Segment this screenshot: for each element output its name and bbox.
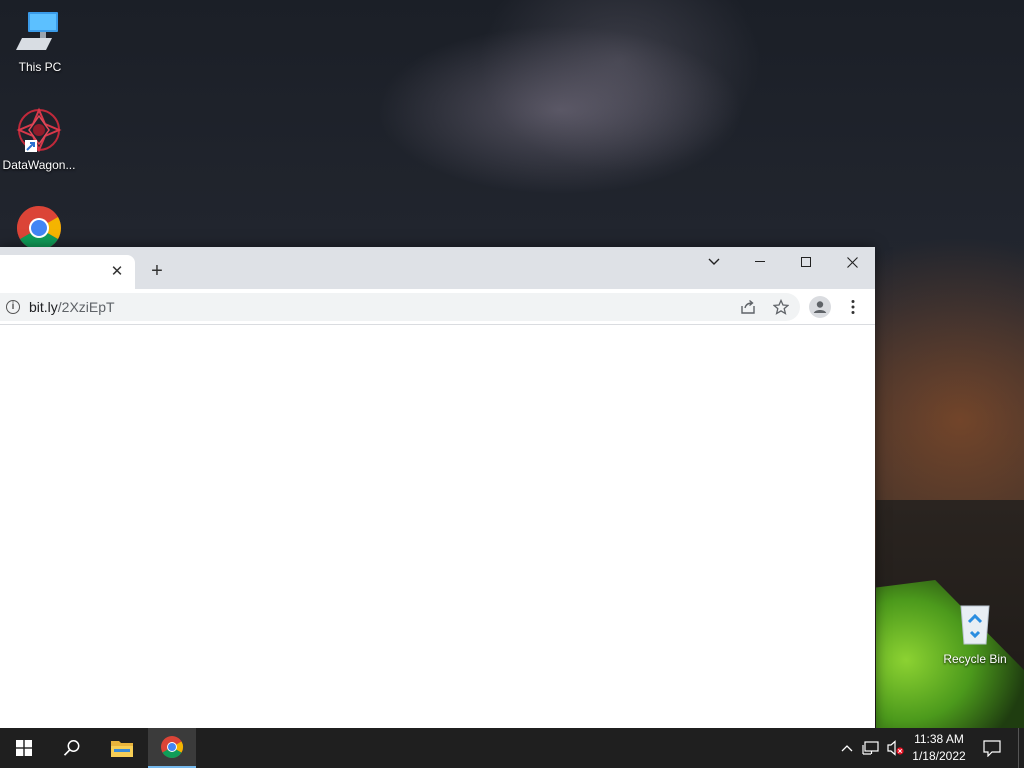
minimize-button[interactable] bbox=[737, 247, 783, 277]
menu-button[interactable] bbox=[841, 295, 865, 319]
clock-time: 11:38 AM bbox=[914, 732, 964, 746]
windows-logo-icon bbox=[16, 740, 32, 756]
action-center-button[interactable] bbox=[978, 728, 1006, 768]
chevron-up-icon bbox=[841, 745, 853, 752]
star-icon bbox=[773, 299, 789, 315]
tab-strip: ✕ + bbox=[0, 247, 875, 289]
taskbar-clock[interactable]: 11:38 AM 1/18/2022 bbox=[906, 731, 972, 765]
tab-close-icon[interactable]: ✕ bbox=[107, 262, 127, 282]
chrome-icon bbox=[15, 204, 63, 252]
url-path: /2XziEpT bbox=[57, 299, 115, 315]
tab-search-button[interactable] bbox=[691, 247, 737, 277]
notification-icon bbox=[983, 739, 1001, 757]
bookmark-button[interactable] bbox=[769, 295, 793, 319]
desktop-icon-this-pc[interactable]: This PC bbox=[2, 8, 78, 74]
address-bar[interactable]: i bit.ly/2XziEpT bbox=[0, 293, 800, 321]
profile-button[interactable] bbox=[808, 295, 832, 319]
datawagon-app-icon bbox=[15, 106, 63, 154]
show-desktop-button[interactable] bbox=[1018, 728, 1024, 768]
clock-date: 1/18/2022 bbox=[912, 749, 966, 763]
file-explorer-button[interactable] bbox=[98, 728, 146, 768]
chevron-down-icon bbox=[708, 258, 720, 265]
browser-toolbar: i bit.ly/2XziEpT bbox=[0, 289, 875, 325]
taskbar: 11:38 AM 1/18/2022 bbox=[0, 728, 1024, 768]
chrome-icon bbox=[161, 736, 183, 758]
monitor-icon bbox=[16, 8, 64, 56]
desktop-icon-recycle-bin[interactable]: Recycle Bin bbox=[937, 600, 1013, 666]
chrome-taskbar-button[interactable] bbox=[148, 728, 196, 768]
desktop-icon-label: Recycle Bin bbox=[943, 652, 1007, 666]
browser-tab[interactable]: ✕ bbox=[0, 255, 135, 289]
network-icon bbox=[862, 741, 879, 755]
minimize-icon bbox=[755, 261, 765, 262]
share-icon bbox=[741, 299, 755, 314]
maximize-icon bbox=[801, 257, 811, 267]
folder-icon bbox=[111, 741, 133, 757]
close-icon bbox=[846, 256, 858, 268]
new-tab-button[interactable]: + bbox=[146, 261, 168, 283]
network-tray-button[interactable] bbox=[860, 728, 882, 768]
volume-muted-icon bbox=[887, 740, 904, 756]
start-button[interactable] bbox=[0, 728, 48, 768]
desktop-icon-label: This PC bbox=[18, 60, 62, 74]
close-button[interactable] bbox=[829, 247, 875, 277]
url-host: bit.ly bbox=[29, 299, 58, 315]
site-info-icon[interactable]: i bbox=[6, 300, 20, 314]
avatar-icon bbox=[809, 296, 831, 318]
page-content[interactable] bbox=[0, 326, 875, 728]
share-button[interactable] bbox=[736, 295, 760, 319]
desktop-icon-label: DataWagon... bbox=[2, 158, 76, 172]
show-hidden-icons-button[interactable] bbox=[836, 728, 858, 768]
volume-tray-button[interactable] bbox=[884, 728, 906, 768]
kebab-menu-icon bbox=[851, 300, 855, 314]
search-icon bbox=[63, 740, 80, 756]
maximize-button[interactable] bbox=[783, 247, 829, 277]
search-button[interactable] bbox=[48, 728, 96, 768]
desktop-icon-datawagon[interactable]: DataWagon... bbox=[1, 106, 77, 172]
recycle-bin-icon bbox=[951, 600, 999, 648]
address-url[interactable]: bit.ly/2XziEpT bbox=[29, 299, 115, 315]
browser-window: ✕ + i bit.ly/2XziEpT bbox=[0, 247, 875, 728]
